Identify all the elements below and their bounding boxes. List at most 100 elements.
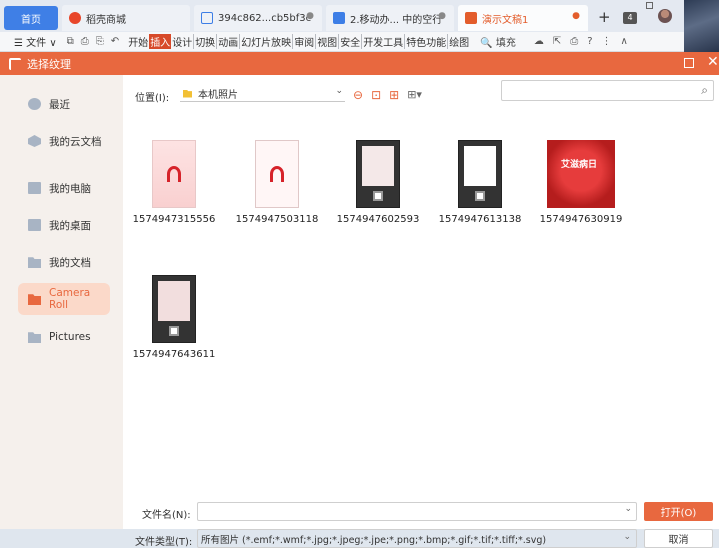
tab-close-icon[interactable]: ● — [572, 11, 580, 21]
tab-label: 稻壳商城 — [86, 14, 126, 26]
file-browser: 位置(I): 本机照片 ⌄ ⊖ ⊡ ⊞ ⊞▾ ⌕ 1574947315556 1… — [123, 75, 719, 548]
share-icon[interactable]: ⇱ — [553, 36, 561, 47]
restore-icon[interactable] — [646, 2, 653, 9]
file-name: 1574947315556 — [132, 214, 216, 225]
sidebar-item-cloud-docs[interactable]: 我的云文档 — [18, 125, 110, 157]
tab-label: 2.移动办... 中的空行 — [350, 14, 443, 26]
tab-security[interactable]: 安全 — [338, 34, 361, 49]
poster-card — [464, 146, 496, 186]
save-icon[interactable]: ⧉ — [67, 36, 74, 47]
back-icon[interactable]: ⊖ — [353, 88, 363, 102]
tab-home-ribbon[interactable]: 开始 — [127, 34, 149, 49]
file-item[interactable]: 1574947613138 — [434, 140, 526, 225]
more-icon[interactable]: ⋮ — [602, 36, 612, 47]
filetype-label: 文件类型(T): — [135, 537, 193, 548]
new-tab-button[interactable]: + — [598, 8, 611, 26]
sidebar-item-pictures[interactable]: Pictures — [18, 321, 110, 353]
tab-document-1[interactable]: 394c862...cb5bf3c ● — [194, 5, 322, 31]
tab-view[interactable]: 视图 — [315, 34, 338, 49]
tab-drawing[interactable]: 绘图 — [447, 34, 470, 49]
ribbon-tabs: 开始 插入 设计 切换 动画 幻灯片放映 审阅 视图 安全 开发工具 特色功能 … — [127, 34, 470, 49]
folder-icon — [28, 332, 41, 343]
tab-home[interactable]: 首页 — [4, 6, 58, 30]
sidebar-item-label: 我的桌面 — [49, 219, 91, 232]
tab-insert[interactable]: 插入 — [149, 34, 172, 49]
tab-count-badge[interactable]: 4 — [623, 12, 637, 24]
filetype-select[interactable]: 所有图片 (*.emf;*.wmf;*.jpg;*.jpeg;*.jpe;*.p… — [197, 529, 637, 548]
cancel-button[interactable]: 取消 — [644, 529, 713, 548]
red-ribbon-icon — [167, 166, 181, 182]
open-button[interactable]: 打开(O) — [644, 502, 713, 521]
new-folder-icon[interactable]: ⊞ — [389, 88, 399, 102]
desktop-icon — [28, 219, 41, 231]
sidebar-item-my-computer[interactable]: 我的电脑 — [18, 172, 110, 204]
tab-close-icon[interactable]: ● — [438, 11, 446, 21]
help-icon[interactable]: ? — [587, 36, 592, 47]
file-name: 1574947503118 — [235, 214, 319, 225]
close-icon[interactable]: ✕ — [707, 54, 719, 70]
file-item[interactable]: 1574947602593 — [332, 140, 424, 225]
poster-card — [362, 146, 394, 186]
file-item[interactable]: 1574947503118 — [231, 140, 323, 225]
location-label: 位置(I): — [135, 93, 170, 104]
tab-label: 演示文稿1 — [482, 14, 529, 26]
sidebar-item-recent[interactable]: 最近 — [18, 88, 110, 120]
file-name: 1574947643611 — [132, 349, 216, 360]
file-item[interactable]: 艾滋病日 1574947630919 — [535, 140, 627, 225]
search-icon: ⌕ — [701, 83, 708, 97]
search-input[interactable]: ⌕ — [501, 80, 714, 101]
tab-animations[interactable]: 动画 — [216, 34, 239, 49]
location-select[interactable]: 本机照片 ⌄ — [180, 86, 345, 102]
file-thumbnail — [458, 140, 502, 208]
undo-icon[interactable]: ↶ — [111, 36, 119, 47]
tab-docer-store[interactable]: 稻壳商城 — [62, 5, 190, 31]
file-item[interactable]: 1574947643611 — [128, 275, 220, 360]
sidebar-item-documents[interactable]: 我的文档 — [18, 246, 110, 278]
view-mode-icon[interactable]: ⊞▾ — [407, 88, 422, 102]
tab-slideshow[interactable]: 幻灯片放映 — [239, 34, 292, 49]
tab-label: 394c862...cb5bf3c — [218, 12, 312, 24]
tab-design[interactable]: 设计 — [171, 34, 193, 49]
tab-transitions[interactable]: 切换 — [193, 34, 216, 49]
tab-document-2[interactable]: 2.移动办... 中的空行 ● — [326, 5, 454, 31]
quick-access-toolbar: ⧉ ⎙ ⎘ ↶ — [67, 36, 120, 47]
filename-label: 文件名(N): — [142, 510, 191, 521]
filetype-value: 所有图片 (*.emf;*.wmf;*.jpg;*.jpeg;*.jpe;*.p… — [201, 534, 547, 546]
print-icon[interactable]: ⎙ — [81, 36, 89, 47]
file-thumbnail — [255, 140, 299, 208]
sidebar-item-label: Camera Roll — [49, 287, 91, 311]
chevron-down-icon: ⌄ — [623, 532, 631, 542]
ribbon-search[interactable]: 🔍 填充 — [480, 34, 516, 49]
tab-close-icon[interactable]: ● — [306, 11, 314, 21]
maximize-icon[interactable] — [684, 58, 694, 68]
tab-review[interactable]: 审阅 — [292, 34, 315, 49]
file-name: 1574947630919 — [539, 214, 623, 225]
file-thumbnail: 艾滋病日 — [547, 140, 615, 208]
sidebar-item-desktop[interactable]: 我的桌面 — [18, 209, 110, 241]
ribbon-toolbar: ☰ 文件 ∨ ⧉ ⎙ ⎘ ↶ 开始 插入 设计 切换 动画 幻灯片放映 审阅 视… — [0, 32, 684, 52]
location-nav-icons: ⊖ ⊡ ⊞ ⊞▾ — [353, 88, 422, 102]
avatar[interactable] — [658, 9, 672, 23]
sidebar-item-label: 我的云文档 — [49, 135, 102, 148]
file-item[interactable]: 1574947315556 — [128, 140, 220, 225]
clock-icon — [28, 98, 41, 110]
qr-code-icon — [373, 191, 383, 201]
wps-logo-icon — [9, 57, 21, 70]
export-icon[interactable]: ⎙ — [570, 36, 578, 47]
chevron-down-icon: ⌄ — [335, 86, 343, 96]
places-sidebar: 最近 我的云文档 我的电脑 我的桌面 我的文档 Camera Roll Pict… — [0, 75, 123, 529]
sidebar-item-camera-roll[interactable]: Camera Roll — [18, 283, 110, 315]
tab-special-features[interactable]: 特色功能 — [404, 34, 447, 49]
up-folder-icon[interactable]: ⊡ — [371, 88, 381, 102]
filename-input[interactable] — [197, 502, 637, 521]
file-menu-button[interactable]: ☰ 文件 ∨ — [0, 34, 57, 49]
computer-icon — [28, 182, 41, 194]
file-thumbnail — [152, 140, 196, 208]
collapse-ribbon-icon[interactable]: ∧ — [621, 36, 628, 47]
ppt-icon — [465, 12, 477, 24]
tab-presentation[interactable]: 演示文稿1 ● — [458, 5, 588, 31]
tab-developer[interactable]: 开发工具 — [361, 34, 404, 49]
poster-card — [158, 281, 190, 321]
cloud-sync-icon[interactable]: ☁ — [534, 36, 544, 47]
copy-icon[interactable]: ⎘ — [96, 36, 104, 47]
